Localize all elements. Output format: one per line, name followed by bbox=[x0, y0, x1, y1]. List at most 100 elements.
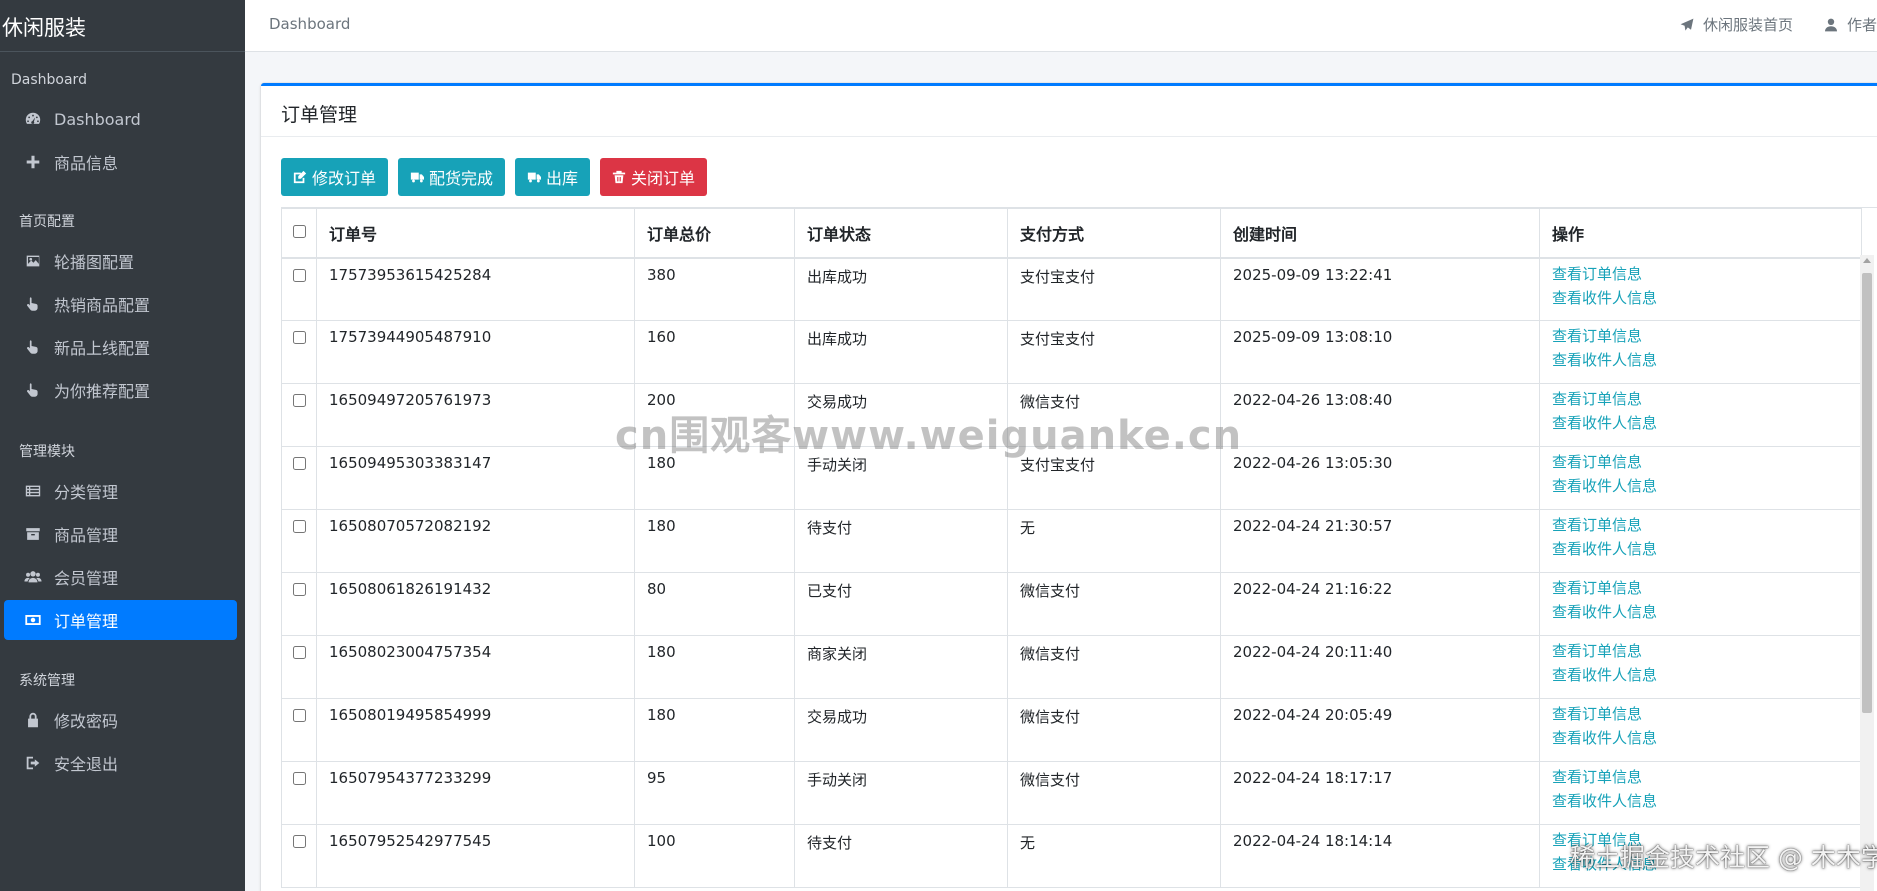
view-receiver-link[interactable]: 查看收件人信息 bbox=[1552, 286, 1849, 310]
order-total: 180 bbox=[634, 698, 795, 762]
row-checkbox[interactable] bbox=[292, 772, 306, 785]
sidebar-item-category[interactable]: 分类管理 bbox=[4, 471, 237, 511]
table-row[interactable]: 16507952542977545 100 待支付 无 2022-04-24 1… bbox=[281, 824, 1862, 888]
navbar-right: 休闲服装首页 作者 bbox=[1679, 14, 1877, 35]
view-receiver-link[interactable]: 查看收件人信息 bbox=[1552, 537, 1849, 561]
row-select-cell bbox=[281, 320, 317, 384]
sidebar-item-label: 分类管理 bbox=[54, 483, 119, 502]
select-all-checkbox[interactable] bbox=[292, 225, 306, 239]
table-row[interactable]: 17573944905487910 160 出库成功 支付宝支付 2025-09… bbox=[281, 320, 1862, 384]
sidebar-item-orders[interactable]: 订单管理 bbox=[4, 600, 237, 640]
order-no: 17573953615425284 bbox=[316, 257, 635, 321]
sidebar-item-members[interactable]: 会员管理 bbox=[4, 557, 237, 597]
table-row[interactable]: 16509495303383147 180 手动关闭 支付宝支付 2022-04… bbox=[281, 446, 1862, 510]
order-no: 16509495303383147 bbox=[316, 446, 635, 510]
pay-type: 支付宝支付 bbox=[1007, 446, 1221, 510]
create-time: 2022-04-24 20:05:49 bbox=[1220, 698, 1540, 762]
hand-pointer-icon bbox=[22, 337, 44, 357]
col-create-time[interactable]: 创建时间 bbox=[1220, 208, 1540, 259]
nav-header-dashboard: Dashboard bbox=[11, 72, 87, 88]
view-receiver-link[interactable]: 查看收件人信息 bbox=[1552, 789, 1849, 813]
create-time: 2022-04-24 21:16:22 bbox=[1220, 572, 1540, 636]
order-no: 17573944905487910 bbox=[316, 320, 635, 384]
view-receiver-link[interactable]: 查看收件人信息 bbox=[1552, 852, 1849, 876]
sidebar-item-recommend-config[interactable]: 为你推荐配置 bbox=[4, 370, 237, 410]
view-receiver-link[interactable]: 查看收件人信息 bbox=[1552, 726, 1849, 750]
brand-logo[interactable]: 休闲服装 bbox=[0, 0, 245, 52]
view-order-link[interactable]: 查看订单信息 bbox=[1552, 828, 1849, 852]
view-receiver-link[interactable]: 查看收件人信息 bbox=[1552, 474, 1849, 498]
table-row[interactable]: 16508019495854999 180 交易成功 微信支付 2022-04-… bbox=[281, 698, 1862, 762]
sidebar-item-hot-config[interactable]: 热销商品配置 bbox=[4, 284, 237, 324]
users-icon bbox=[22, 567, 44, 587]
view-order-link[interactable]: 查看订单信息 bbox=[1552, 324, 1849, 348]
sidebar-item-product-info[interactable]: 商品信息 bbox=[4, 142, 237, 182]
breadcrumb[interactable]: Dashboard bbox=[269, 15, 350, 33]
scrollbar-thumb[interactable] bbox=[1862, 273, 1872, 713]
view-order-link[interactable]: 查看订单信息 bbox=[1552, 450, 1849, 474]
view-receiver-link[interactable]: 查看收件人信息 bbox=[1552, 348, 1849, 372]
create-time: 2025-09-09 13:08:10 bbox=[1220, 320, 1540, 384]
close-order-label: 关闭订单 bbox=[631, 169, 696, 188]
sidebar-item-new-config[interactable]: 新品上线配置 bbox=[4, 327, 237, 367]
table-header-row: 订单号 订单总价 订单状态 支付方式 创建时间 操作 bbox=[281, 208, 1862, 259]
truck-icon bbox=[527, 172, 542, 183]
row-checkbox[interactable] bbox=[292, 520, 306, 533]
edit-order-button[interactable]: 修改订单 bbox=[281, 158, 389, 196]
picking-done-button[interactable]: 配货完成 bbox=[398, 158, 506, 196]
table-row[interactable]: 16508070572082192 180 待支付 无 2022-04-24 2… bbox=[281, 509, 1862, 573]
row-actions: 查看订单信息 查看收件人信息 bbox=[1539, 824, 1862, 888]
sidebar-item-dashboard[interactable]: Dashboard bbox=[4, 99, 237, 139]
row-actions: 查看订单信息 查看收件人信息 bbox=[1539, 383, 1862, 447]
sidebar-item-goods[interactable]: 商品管理 bbox=[4, 514, 237, 554]
col-status[interactable]: 订单状态 bbox=[794, 208, 1008, 259]
col-pay-type[interactable]: 支付方式 bbox=[1007, 208, 1221, 259]
page-title: 订单管理 bbox=[261, 86, 1877, 137]
order-status: 已支付 bbox=[794, 572, 1008, 636]
view-order-link[interactable]: 查看订单信息 bbox=[1552, 702, 1849, 726]
page-scrollbar[interactable] bbox=[1860, 255, 1874, 891]
view-order-link[interactable]: 查看订单信息 bbox=[1552, 576, 1849, 600]
author-link[interactable]: 作者 bbox=[1823, 14, 1877, 35]
view-order-link[interactable]: 查看订单信息 bbox=[1552, 765, 1849, 789]
create-time: 2022-04-26 13:08:40 bbox=[1220, 383, 1540, 447]
view-receiver-link[interactable]: 查看收件人信息 bbox=[1552, 663, 1849, 687]
view-receiver-link[interactable]: 查看收件人信息 bbox=[1552, 411, 1849, 435]
view-order-link[interactable]: 查看订单信息 bbox=[1552, 387, 1849, 411]
table-row[interactable]: 16509497205761973 200 交易成功 微信支付 2022-04-… bbox=[281, 383, 1862, 447]
col-order-no[interactable]: 订单号 bbox=[316, 208, 635, 259]
row-checkbox[interactable] bbox=[292, 835, 306, 848]
row-checkbox[interactable] bbox=[292, 583, 306, 596]
view-receiver-link[interactable]: 查看收件人信息 bbox=[1552, 600, 1849, 624]
row-checkbox[interactable] bbox=[292, 394, 306, 407]
row-select-cell bbox=[281, 761, 317, 825]
sidebar-item-carousel-config[interactable]: 轮播图配置 bbox=[4, 241, 237, 281]
home-link[interactable]: 休闲服装首页 bbox=[1679, 14, 1793, 35]
view-order-link[interactable]: 查看订单信息 bbox=[1552, 513, 1849, 537]
row-checkbox[interactable] bbox=[292, 709, 306, 722]
scroll-up-arrow[interactable] bbox=[1863, 258, 1871, 263]
sidebar-item-change-password[interactable]: 修改密码 bbox=[4, 700, 237, 740]
table-row[interactable]: 16508061826191432 80 已支付 微信支付 2022-04-24… bbox=[281, 572, 1862, 636]
ship-button[interactable]: 出库 bbox=[515, 158, 591, 196]
sidebar-item-label: Dashboard bbox=[54, 109, 141, 129]
view-order-link[interactable]: 查看订单信息 bbox=[1552, 262, 1849, 286]
hand-pointer-icon bbox=[22, 294, 44, 314]
col-total[interactable]: 订单总价 bbox=[634, 208, 795, 259]
order-total: 180 bbox=[634, 635, 795, 699]
sidebar-item-logout[interactable]: 安全退出 bbox=[4, 743, 237, 783]
table-row[interactable]: 16508023004757354 180 商家关闭 微信支付 2022-04-… bbox=[281, 635, 1862, 699]
row-checkbox[interactable] bbox=[292, 646, 306, 659]
row-checkbox[interactable] bbox=[292, 457, 306, 470]
close-order-button[interactable]: 关闭订单 bbox=[600, 158, 708, 196]
table-row[interactable]: 17573953615425284 380 出库成功 支付宝支付 2025-09… bbox=[281, 257, 1862, 321]
order-total: 180 bbox=[634, 509, 795, 573]
user-icon bbox=[1824, 18, 1837, 31]
view-order-link[interactable]: 查看订单信息 bbox=[1552, 639, 1849, 663]
order-no: 16508019495854999 bbox=[316, 698, 635, 762]
orders-table: 订单号 订单总价 订单状态 支付方式 创建时间 操作 1757395361542… bbox=[281, 208, 1862, 888]
row-checkbox[interactable] bbox=[292, 268, 306, 282]
order-status: 待支付 bbox=[794, 509, 1008, 573]
row-checkbox[interactable] bbox=[292, 331, 306, 344]
table-row[interactable]: 16507954377233299 95 手动关闭 微信支付 2022-04-2… bbox=[281, 761, 1862, 825]
